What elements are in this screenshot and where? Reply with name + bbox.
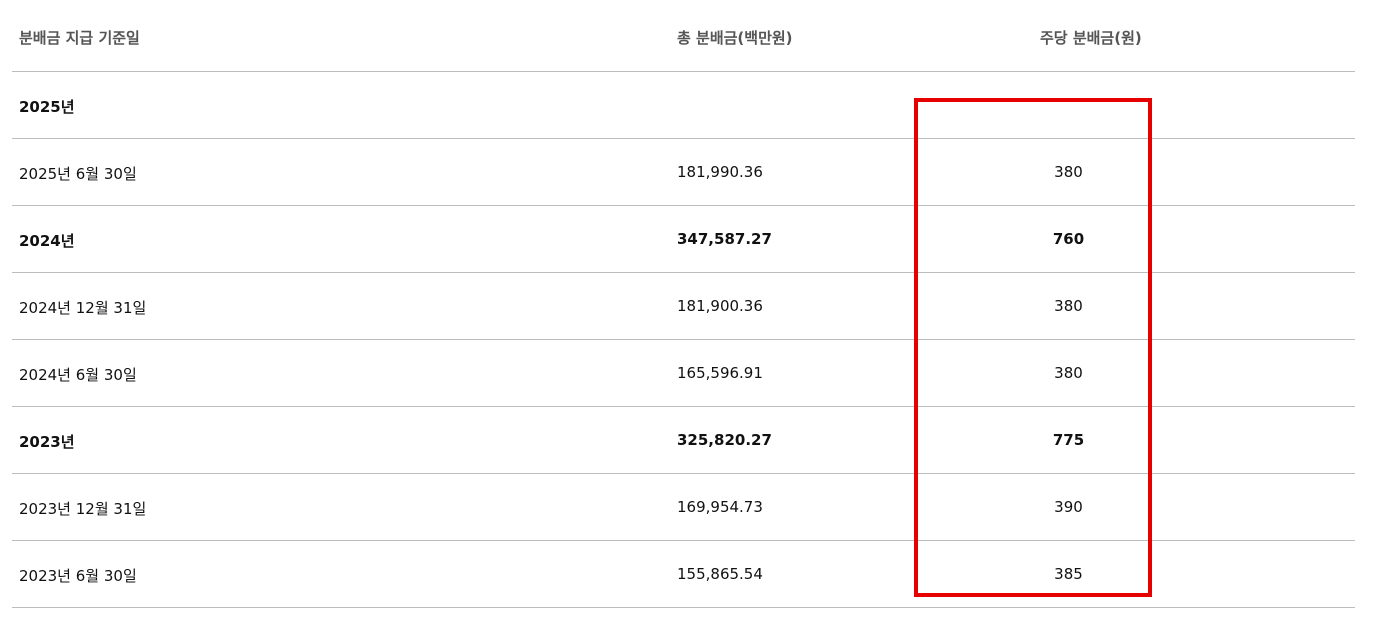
row-per-share: 390 xyxy=(1054,498,1083,516)
row-total: 325,820.27 xyxy=(677,431,772,449)
row-total: 347,587.27 xyxy=(677,230,772,248)
row-per-share: 385 xyxy=(1054,565,1083,583)
table-row: 2023년 12월 31일 169,954.73 390 xyxy=(12,474,1355,541)
row-per-share: 775 xyxy=(1052,431,1085,449)
row-date: 2023년 xyxy=(19,433,75,451)
header-date: 분배금 지급 기준일 xyxy=(19,29,140,47)
row-per-share: 760 xyxy=(1052,230,1085,248)
distribution-table: 분배금 지급 기준일 총 분배금(백만원) 주당 분배금(원) 2025년 20… xyxy=(12,0,1355,608)
table-row-year: 2025년 xyxy=(12,72,1355,139)
row-date: 2024년 6월 30일 xyxy=(19,366,137,384)
header-total-distribution: 총 분배금(백만원) xyxy=(677,29,793,47)
table-row: 2024년 6월 30일 165,596.91 380 xyxy=(12,340,1355,407)
row-per-share: 380 xyxy=(1054,163,1083,181)
row-date: 2025년 xyxy=(19,98,75,116)
table-row: 2023년 6월 30일 155,865.54 385 xyxy=(12,541,1355,608)
row-total: 181,990.36 xyxy=(677,163,763,181)
table-header: 분배금 지급 기준일 총 분배금(백만원) 주당 분배금(원) xyxy=(12,0,1355,72)
table-row: 2025년 6월 30일 181,990.36 380 xyxy=(12,139,1355,206)
row-date: 2024년 xyxy=(19,232,75,250)
row-per-share: 380 xyxy=(1054,297,1083,315)
table-row-year: 2024년 347,587.27 760 xyxy=(12,206,1355,273)
table-row: 2024년 12월 31일 181,900.36 380 xyxy=(12,273,1355,340)
row-date: 2023년 12월 31일 xyxy=(19,500,147,518)
row-total: 169,954.73 xyxy=(677,498,763,516)
row-date: 2024년 12월 31일 xyxy=(19,299,147,317)
row-per-share: 380 xyxy=(1054,364,1083,382)
row-total: 165,596.91 xyxy=(677,364,763,382)
row-date: 2023년 6월 30일 xyxy=(19,567,137,585)
row-total: 155,865.54 xyxy=(677,565,763,583)
row-total: 181,900.36 xyxy=(677,297,763,315)
header-per-share-distribution: 주당 분배금(원) xyxy=(1040,29,1142,47)
table-row-year: 2023년 325,820.27 775 xyxy=(12,407,1355,474)
row-date: 2025년 6월 30일 xyxy=(19,165,137,183)
